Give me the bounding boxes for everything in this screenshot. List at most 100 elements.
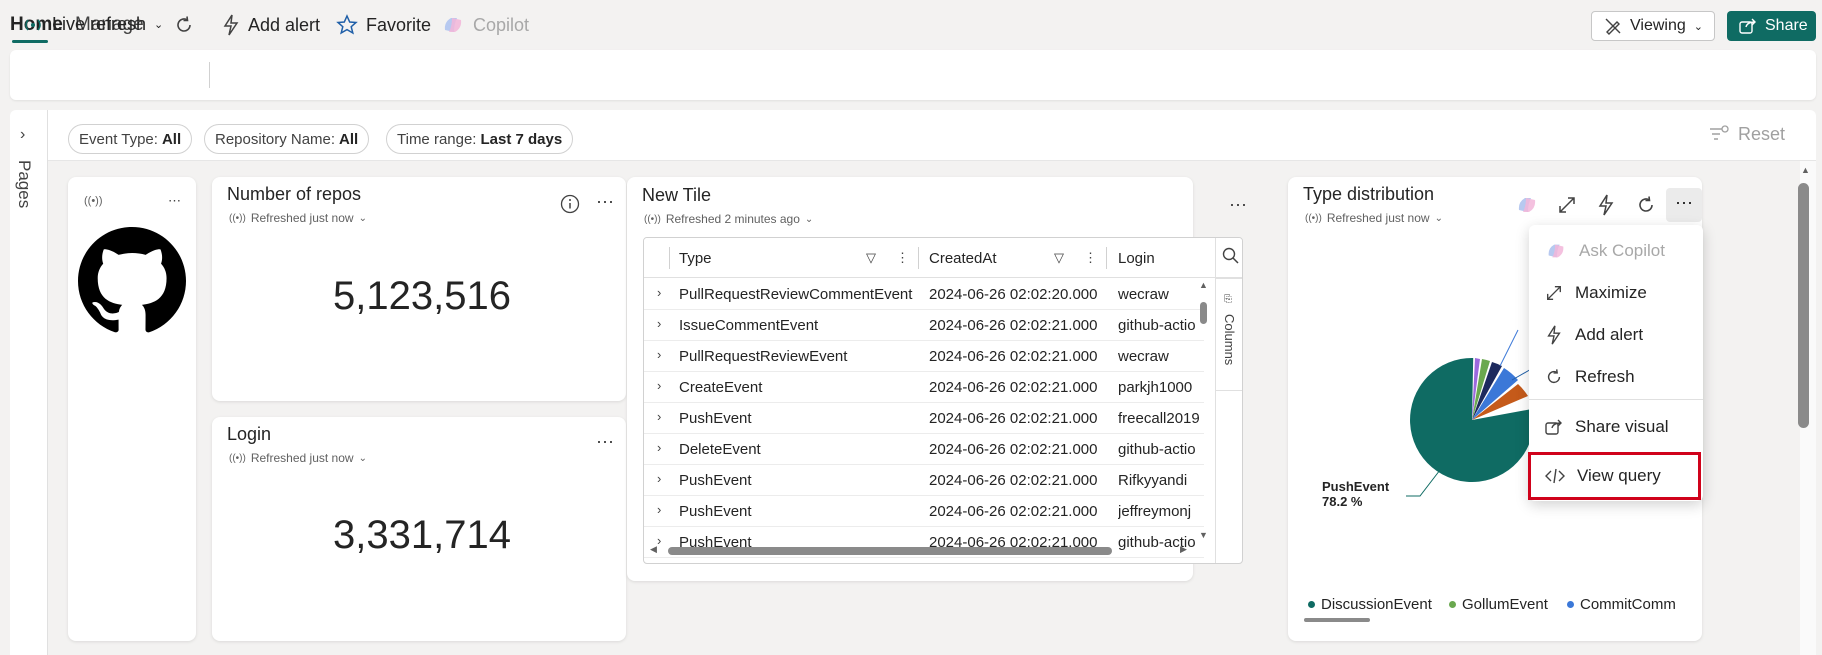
legend-item[interactable]: GollumEvent (1449, 596, 1548, 613)
expand-row-icon[interactable]: › (657, 502, 661, 517)
menu-item-label: Share visual (1575, 417, 1669, 436)
column-divider (918, 247, 919, 269)
expand-row-icon[interactable]: › (657, 440, 661, 455)
refresh-icon[interactable] (1636, 195, 1656, 220)
table-row[interactable]: › IssueCommentEvent 2024-06-26 02:02:21.00… (644, 310, 1204, 341)
expand-row-icon[interactable]: › (657, 316, 661, 331)
columns-panel-label[interactable]: Columns (1222, 314, 1237, 365)
legend-label: DiscussionEvent (1321, 596, 1432, 613)
table-row[interactable]: › PullRequestReviewCommentEvent 2024-06-26… (644, 279, 1204, 310)
scroll-down-icon[interactable]: ▼ (1199, 530, 1208, 540)
add-alert-button[interactable]: Add alert (222, 14, 320, 36)
menu-item-ask-copilot[interactable]: Ask Copilot (1529, 231, 1703, 271)
table-cell: 2024-06-26 02:02:21.000 (929, 348, 1098, 365)
legend-item[interactable]: DiscussionEvent (1308, 596, 1432, 613)
table-row[interactable]: › PushEvent 2024-06-26 02:02:21.000 freecal… (644, 403, 1204, 434)
table-cell: PushEvent (679, 472, 752, 489)
scroll-up-icon[interactable]: ▲ (1199, 280, 1208, 290)
expand-row-icon[interactable]: › (657, 347, 661, 362)
scrollbar-thumb[interactable] (668, 547, 1112, 555)
scroll-right-icon[interactable]: ▶ (1180, 544, 1187, 555)
chevron-right-icon[interactable]: › (20, 126, 25, 144)
scrollbar-thumb[interactable] (1200, 302, 1207, 324)
table-cell: freecall2019 (1118, 410, 1200, 427)
scrollbar-thumb[interactable] (1798, 183, 1809, 428)
filter-repository-name[interactable]: Repository Name: All (204, 124, 370, 154)
table-row[interactable]: › CreateEvent 2024-06-26 02:02:21.000 parkj… (644, 372, 1204, 403)
table-cell: github-actio (1118, 317, 1196, 334)
pie-leader-line (1499, 329, 1519, 367)
filter-event-type[interactable]: Event Type: All (68, 124, 193, 154)
legend-scrollbar[interactable] (1304, 618, 1370, 622)
expand-row-icon[interactable]: › (657, 378, 661, 393)
add-alert-label: Add alert (248, 14, 321, 35)
chevron-down-icon: ⌄ (358, 212, 367, 224)
expand-row-icon[interactable]: › (657, 285, 661, 300)
refresh-status-text: Refreshed just now (250, 451, 354, 465)
table-cell: IssueCommentEvent (679, 317, 819, 334)
table-cell: Rifkyyandi (1118, 472, 1188, 489)
lightning-icon[interactable] (1597, 194, 1615, 221)
more-options-icon[interactable]: ⋯ (596, 192, 615, 213)
table-cell: 2024-06-26 02:02:21.000 (929, 317, 1098, 334)
column-menu-icon[interactable]: ⋮ (1084, 250, 1097, 266)
viewing-mode-button[interactable]: Viewing ⌄ (1591, 11, 1715, 41)
divider (1216, 278, 1242, 279)
column-divider (1106, 247, 1107, 269)
table-horizontal-scrollbar[interactable]: ◀ ▶ (650, 544, 1210, 558)
tile-title: Type distribution (1303, 184, 1435, 204)
live-refresh-button[interactable]: Live refresh ⌄ (22, 14, 163, 35)
tile-title: New Tile (642, 185, 712, 205)
info-icon[interactable] (560, 194, 580, 219)
reset-button[interactable]: Reset (1708, 124, 1785, 145)
column-header-createdat[interactable]: CreatedAt (929, 250, 997, 267)
column-menu-icon[interactable]: ⋮ (896, 250, 909, 266)
copilot-icon[interactable] (1515, 194, 1539, 221)
column-header-login[interactable]: Login (1118, 250, 1155, 267)
live-signal-icon: ((•)) (84, 195, 103, 207)
copilot-button[interactable]: Copilot (441, 14, 529, 36)
column-header-type[interactable]: Type (679, 250, 712, 267)
table-row[interactable]: › DeleteEvent 2024-06-26 02:02:21.000 githu… (644, 434, 1204, 465)
pages-label[interactable]: Pages (14, 160, 34, 208)
filter-time-range[interactable]: Time range: Last 7 days (386, 124, 574, 154)
columns-panel-rail[interactable]: ⎘ Columns (1215, 238, 1242, 563)
tile-refresh-status: ((•)) Refreshed just now ⌄ (229, 451, 367, 465)
expand-row-icon[interactable]: › (657, 471, 661, 486)
favorite-label: Favorite (366, 14, 432, 35)
legend-swatch (1308, 601, 1315, 608)
share-button[interactable]: Share (1727, 11, 1816, 41)
more-options-icon[interactable]: ⋯ (596, 432, 615, 453)
menu-item-maximize[interactable]: Maximize (1529, 273, 1703, 313)
search-icon[interactable] (1222, 247, 1239, 269)
legend-label: CommitComm (1580, 596, 1676, 613)
table-row[interactable]: › PushEvent 2024-06-26 02:02:21.000 jeffrey… (644, 496, 1204, 527)
live-signal-icon: ((•)) (229, 452, 246, 464)
table-row[interactable]: › PullRequestReviewEvent 2024-06-26 02:02:… (644, 341, 1204, 372)
legend-item[interactable]: CommitComm (1567, 596, 1687, 613)
menu-item-add-alert[interactable]: Add alert (1529, 315, 1703, 355)
refresh-status-text: Refreshed 2 minutes ago (665, 212, 800, 226)
tile-refresh-status: ((•)) Refreshed just now ⌄ (229, 211, 367, 225)
expand-row-icon[interactable]: › (657, 409, 661, 424)
live-signal-icon: ((•)) (229, 212, 246, 224)
scroll-left-icon[interactable]: ◀ (650, 544, 657, 555)
table-cell: PushEvent (679, 503, 752, 520)
favorite-button[interactable]: Favorite (336, 14, 431, 36)
more-options-button[interactable]: ⋯ (1666, 188, 1702, 222)
live-signal-icon: ((•)) (644, 213, 661, 225)
table-row[interactable]: › PushEvent 2024-06-26 02:02:21.000 Rifkyya… (644, 465, 1204, 496)
table-vertical-scrollbar[interactable]: ▲ ▼ (1197, 280, 1211, 542)
filter-icon[interactable]: ▽ (1054, 250, 1064, 266)
lightning-icon (1547, 325, 1561, 345)
maximize-icon[interactable] (1557, 195, 1577, 220)
more-options-icon[interactable]: ⋯ (168, 193, 181, 209)
filter-icon[interactable]: ▽ (866, 250, 876, 266)
table-cell: DeleteEvent (679, 441, 761, 458)
menu-item-refresh[interactable]: Refresh (1529, 357, 1703, 397)
scroll-up-icon[interactable]: ▲ (1801, 165, 1810, 175)
refresh-button[interactable] (174, 15, 194, 35)
menu-item-label: Refresh (1575, 367, 1635, 386)
more-options-icon[interactable]: ⋯ (1229, 195, 1248, 216)
menu-item-share-visual[interactable]: Share visual (1529, 407, 1703, 447)
